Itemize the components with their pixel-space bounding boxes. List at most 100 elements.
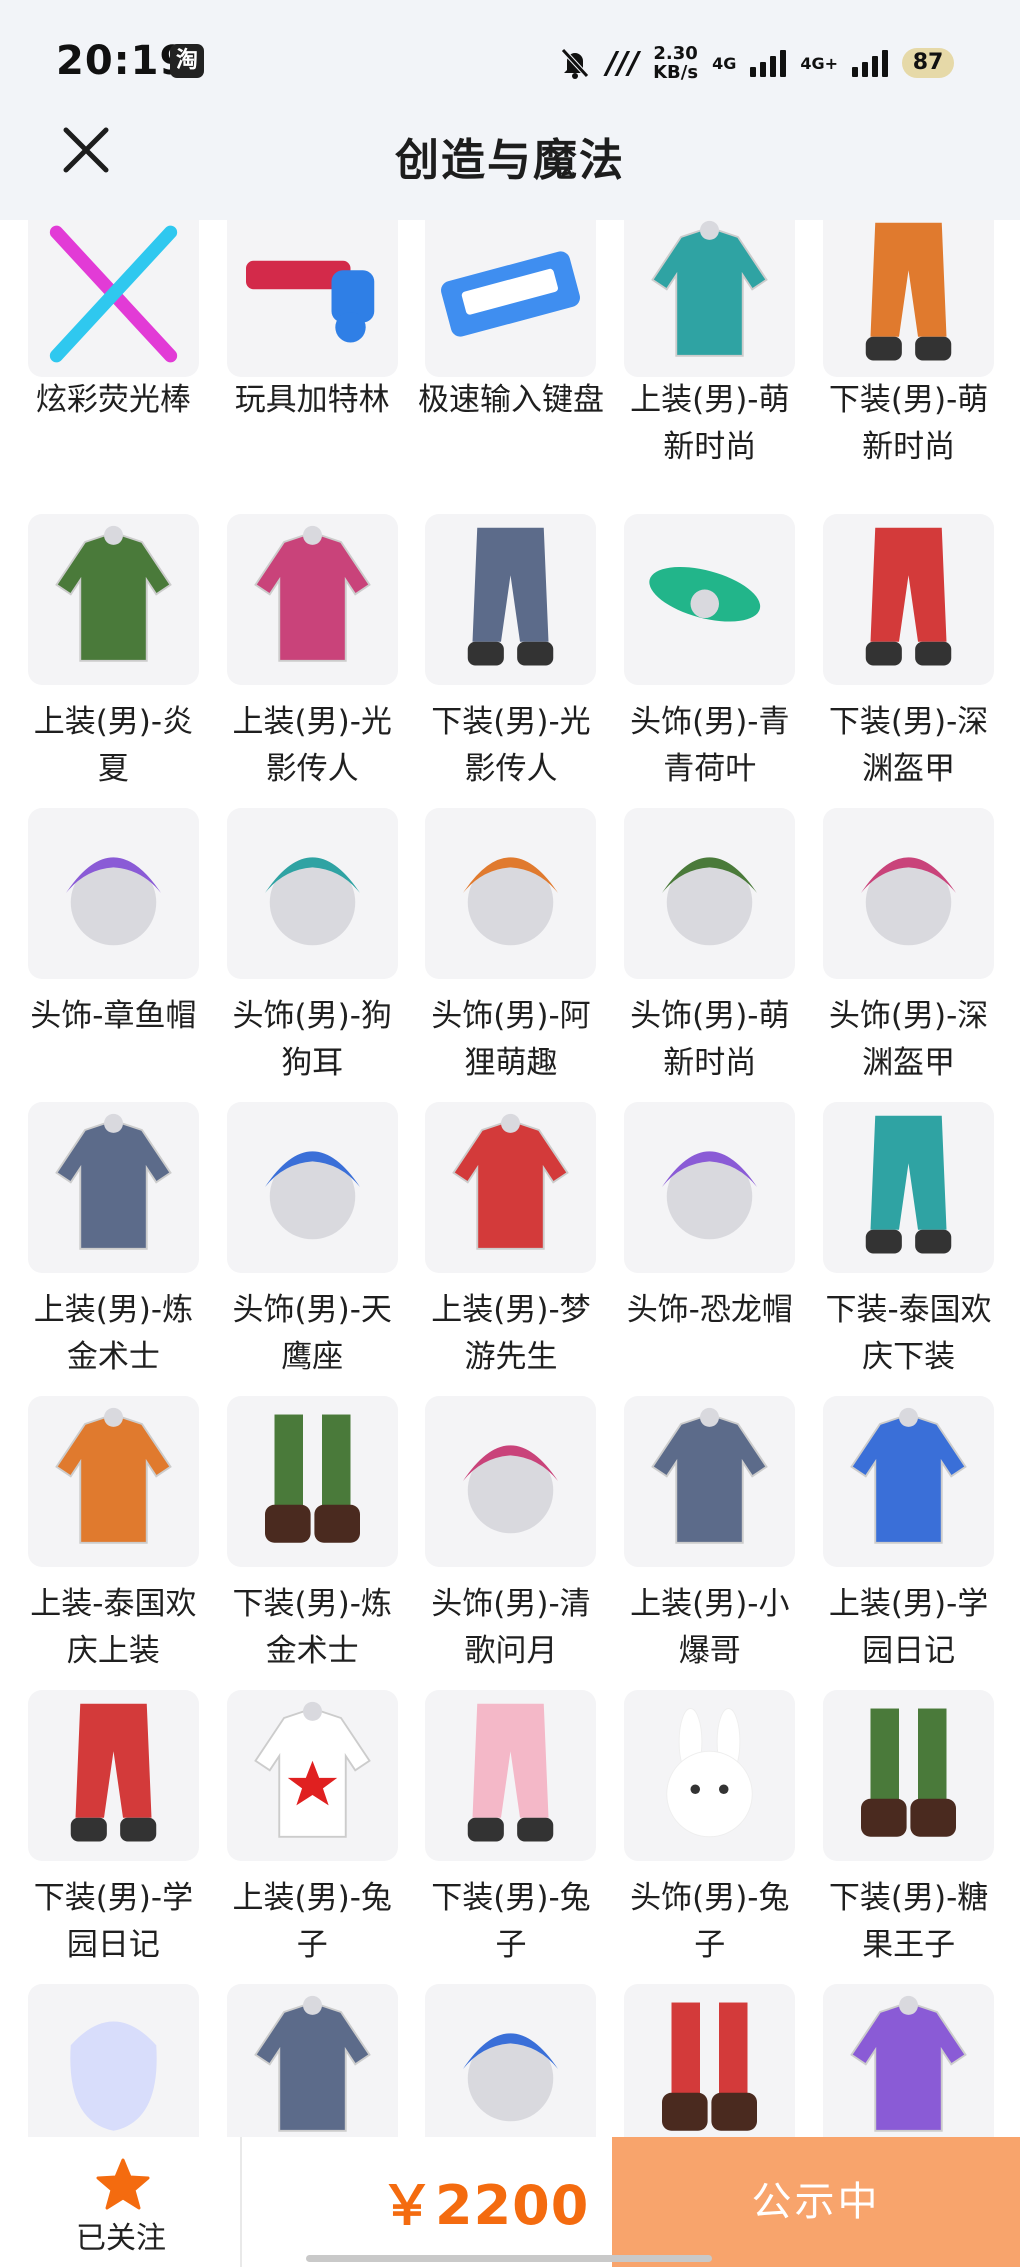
item-label: 下装(男)-光影传人 — [431, 704, 591, 787]
item-card[interactable]: 头饰-章鱼帽 — [14, 808, 213, 1102]
item-card[interactable]: 下装-泰国欢庆下装 — [809, 1102, 1008, 1396]
item-image — [425, 808, 597, 979]
item-card[interactable]: 头饰(男)-深渊盔甲 — [809, 808, 1008, 1102]
keyboard-icon — [441, 251, 581, 337]
octopus-hat-icon — [65, 857, 161, 946]
item-image — [27, 808, 199, 979]
dog-ears-icon — [264, 857, 360, 946]
item-label: 上装(男)-炼金术士 — [33, 1292, 194, 1375]
item-card[interactable]: 上装(男)-萌新时尚 — [610, 212, 809, 514]
item-image — [624, 1396, 796, 1567]
item-image — [823, 1984, 995, 2155]
network-speed: 2.30 KB/s — [653, 43, 699, 83]
pajama-icon — [452, 1113, 570, 1250]
robe-icon — [55, 1113, 172, 1250]
item-image — [27, 1396, 199, 1567]
item-card[interactable]: 头饰(男)-狗狗耳 — [213, 808, 412, 1102]
item-card[interactable]: 炫彩荧光棒 — [14, 212, 213, 514]
item-image — [425, 1102, 597, 1273]
item-card[interactable]: 头饰-恐龙帽 — [610, 1102, 809, 1396]
boots-icon — [662, 2002, 758, 2131]
top-icon — [55, 525, 172, 662]
item-image — [823, 212, 995, 377]
item-card[interactable]: 下装(男)-学园日记 — [14, 1690, 213, 1984]
item-card[interactable]: 头饰(男)-清歌问月 — [412, 1396, 611, 1690]
star-suit-icon — [253, 1701, 371, 1838]
item-card[interactable]: 下装(男)-光影传人 — [412, 514, 611, 808]
item-card[interactable]: 下装(男)-兔子 — [412, 1690, 611, 1984]
item-image — [823, 514, 995, 685]
price-label: ￥2200 — [380, 2174, 590, 2237]
item-card[interactable]: 上装(男)-小爆哥 — [610, 1396, 809, 1690]
pants-icon — [865, 222, 952, 361]
fox-ears-icon — [463, 857, 559, 946]
item-card[interactable]: 上装(男)-炎夏 — [14, 514, 213, 808]
jacket-icon — [850, 1407, 967, 1544]
item-label: 头饰(男)-狗狗耳 — [232, 998, 392, 1081]
hd-icon: /// — [606, 45, 640, 81]
mute-bell-icon — [561, 48, 590, 79]
item-label: 下装(男)-炼金术士 — [232, 1586, 392, 1669]
item-card[interactable]: 极速输入键盘 — [412, 212, 611, 514]
item-image — [624, 212, 796, 377]
sneakers-icon — [70, 1703, 157, 1842]
item-image — [226, 1984, 398, 2155]
item-card[interactable]: 上装(男)-光影传人 — [213, 514, 412, 808]
top-icon — [651, 220, 769, 357]
item-card[interactable]: 上装(男)-兔子 — [213, 1690, 412, 1984]
jacket-icon — [253, 525, 371, 662]
item-card[interactable]: 上装(男)-学园日记 — [809, 1396, 1008, 1690]
item-label: 下装(男)-深渊盔甲 — [828, 704, 989, 787]
item-label: 头饰(男)-天鹰座 — [232, 1292, 392, 1375]
item-image — [624, 1102, 796, 1273]
item-card[interactable]: 下装(男)-深渊盔甲 — [809, 514, 1008, 808]
home-indicator — [306, 2255, 712, 2262]
item-label: 头饰-恐龙帽 — [626, 1292, 793, 1328]
item-card[interactable]: 玩具加特林 — [213, 212, 412, 514]
follow-button[interactable]: 已关注 — [0, 2137, 242, 2267]
item-label: 头饰(男)-阿狸萌趣 — [431, 998, 591, 1081]
item-label: 头饰(男)-兔子 — [630, 1880, 790, 1963]
star-icon — [96, 2158, 150, 2210]
hair-icon — [463, 1445, 559, 1534]
item-label: 上装(男)-光影传人 — [232, 704, 392, 787]
item-card[interactable]: 下装(男)-炼金术士 — [213, 1396, 412, 1690]
mask-icon — [70, 2021, 157, 2131]
glow-stick-icon — [49, 225, 178, 363]
item-card[interactable]: 头饰(男)-青青荷叶 — [610, 514, 809, 808]
item-card[interactable]: 头饰(男)-萌新时尚 — [610, 808, 809, 1102]
item-card[interactable]: 头饰(男)-天鹰座 — [213, 1102, 412, 1396]
item-label: 极速输入键盘 — [417, 382, 604, 418]
item-label: 上装(男)-兔子 — [232, 1880, 392, 1963]
helmet-icon — [861, 857, 957, 946]
item-image — [425, 514, 597, 685]
hair-icon — [662, 857, 758, 946]
item-card[interactable]: 上装(男)-炼金术士 — [14, 1102, 213, 1396]
item-label: 下装(男)-兔子 — [431, 1880, 591, 1963]
item-label: 头饰(男)-深渊盔甲 — [828, 998, 989, 1081]
item-label: 下装(男)-糖果王子 — [828, 1880, 989, 1963]
item-label: 上装(男)-萌新时尚 — [630, 382, 790, 465]
item-image — [823, 1690, 995, 1861]
network-type-2: 4G+ — [800, 53, 838, 73]
item-label: 头饰-章鱼帽 — [30, 998, 197, 1034]
item-label: 头饰(男)-萌新时尚 — [630, 998, 790, 1081]
item-image — [823, 1396, 995, 1567]
public-notice-button[interactable]: 公示中 — [612, 2137, 1020, 2267]
item-card[interactable]: 头饰(男)-阿狸萌趣 — [412, 808, 611, 1102]
item-card[interactable]: 上装-泰国欢庆上装 — [14, 1396, 213, 1690]
pants-icon — [865, 527, 952, 666]
item-label: 上装-泰国欢庆上装 — [30, 1586, 197, 1669]
item-card[interactable]: 下装(男)-萌新时尚 — [809, 212, 1008, 514]
battery-indicator: 87 — [902, 48, 954, 78]
item-image — [624, 1984, 796, 2155]
item-card[interactable]: 上装(男)-梦游先生 — [412, 1102, 611, 1396]
item-image — [226, 1102, 398, 1273]
item-grid: 炫彩荧光棒 玩具加特林 极速输入键盘 上装(男)-萌新时尚 下装(男)-萌新时尚上装(男… — [14, 212, 1008, 2267]
item-card[interactable]: 下装(男)-糖果王子 — [809, 1690, 1008, 1984]
item-image — [226, 1396, 398, 1567]
item-card[interactable]: 头饰(男)-兔子 — [610, 1690, 809, 1984]
item-label: 下装(男)-萌新时尚 — [828, 382, 989, 465]
item-label: 头饰(男)-青青荷叶 — [630, 704, 790, 787]
hoodie-icon — [651, 1407, 769, 1544]
